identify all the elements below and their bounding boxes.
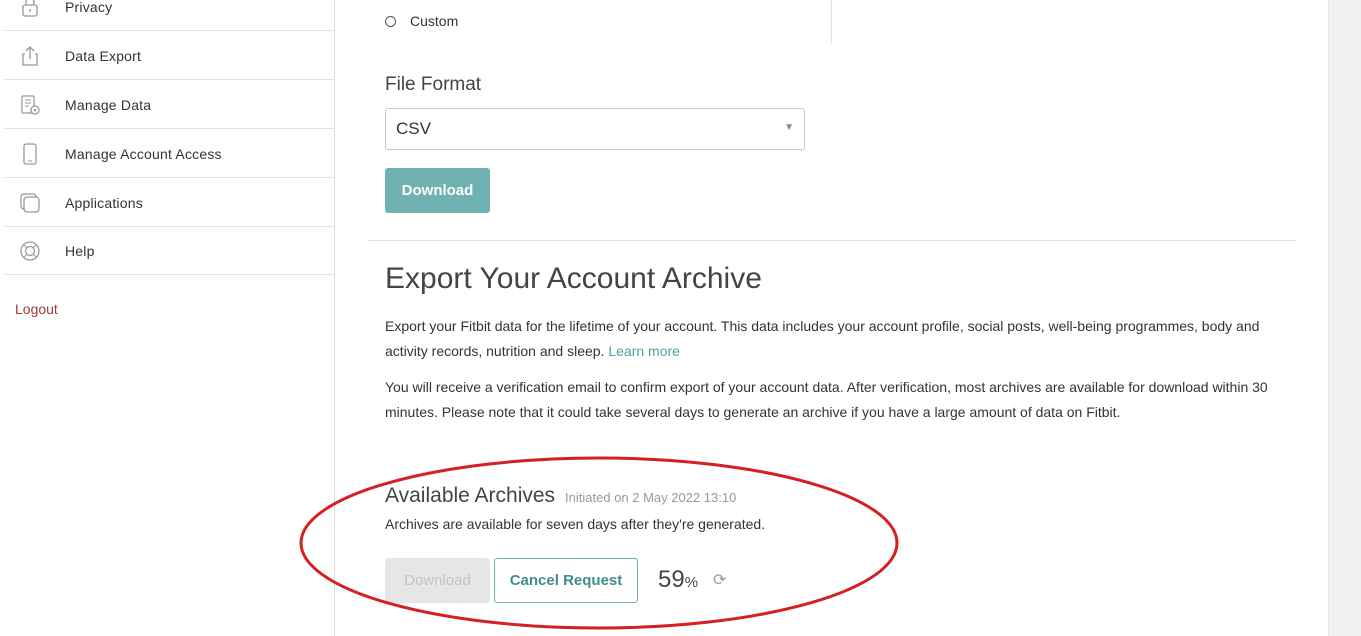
archives-note: Archives are available for seven days af… <box>385 516 766 532</box>
sidebar-item-applications[interactable]: Applications <box>4 179 334 227</box>
sidebar-item-label: Applications <box>65 194 143 211</box>
sidebar-item-label: Manage Data <box>65 96 152 113</box>
scrollbar-track[interactable] <box>1328 0 1361 636</box>
sidebar-item-manage-account-access[interactable]: Manage Account Access <box>4 130 334 178</box>
available-archives-header: Available Archives Initiated on 2 May 20… <box>385 484 736 508</box>
custom-radio-label: Custom <box>410 13 459 29</box>
lock-icon <box>18 0 42 19</box>
sidebar-item-help[interactable]: Help <box>4 227 334 275</box>
learn-more-link[interactable]: Learn more <box>608 343 680 359</box>
sidebar-item-data-export[interactable]: Data Export <box>4 32 334 80</box>
divider <box>831 0 832 44</box>
archive-download-button: Download <box>385 558 490 603</box>
phone-icon <box>18 142 42 166</box>
sidebar-item-privacy[interactable]: Privacy <box>4 0 334 31</box>
sidebar-item-label: Data Export <box>65 47 142 64</box>
sidebar-item-label: Privacy <box>65 0 113 15</box>
file-format-selected: CSV <box>396 119 431 138</box>
download-button[interactable]: Download <box>385 168 490 213</box>
custom-range-option[interactable]: Custom <box>385 13 458 29</box>
sidebar-item-label: Manage Account Access <box>65 145 222 162</box>
available-archives-title: Available Archives <box>385 484 556 507</box>
archive-description-text: Export your Fitbit data for the lifetime… <box>385 318 1260 359</box>
verification-text: You will receive a verification email to… <box>385 379 1268 420</box>
progress-value: 59 <box>658 566 685 593</box>
sidebar: Privacy Data Export Manage Data Manage A… <box>0 0 335 636</box>
file-format-select[interactable]: CSV ▼ <box>385 108 805 150</box>
custom-radio[interactable] <box>385 15 396 27</box>
sidebar-item-manage-data[interactable]: Manage Data <box>4 81 334 129</box>
cancel-request-button[interactable]: Cancel Request <box>494 558 638 603</box>
file-format-label: File Format <box>385 74 482 95</box>
applications-icon <box>18 191 42 215</box>
archive-progress: 59% <box>658 566 698 594</box>
chevron-down-icon: ▼ <box>784 122 794 133</box>
refresh-icon[interactable]: ⟳ <box>713 570 726 590</box>
logout-link[interactable]: Logout <box>15 301 58 317</box>
sidebar-item-label: Help <box>65 242 95 259</box>
progress-unit: % <box>684 574 699 591</box>
archive-description: Export your Fitbit data for the lifetime… <box>385 314 1285 364</box>
export-icon <box>18 44 42 68</box>
lifebuoy-icon <box>18 239 42 263</box>
manage-data-icon <box>18 93 42 117</box>
section-title: Export Your Account Archive <box>385 262 762 295</box>
initiated-timestamp: Initiated on 2 May 2022 13:10 <box>565 490 737 505</box>
divider <box>368 240 1296 241</box>
